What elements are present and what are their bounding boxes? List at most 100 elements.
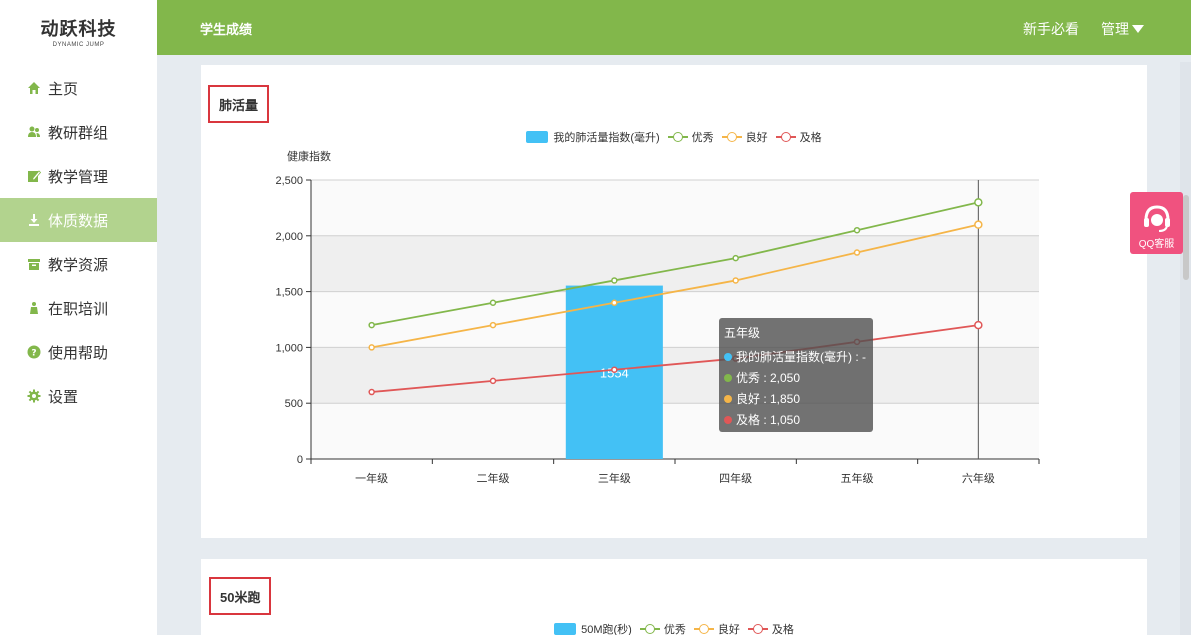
- sidebar-nav: 主页 教研群组 教学管理 体质数据 教学资源 在职培训 ? 使用帮助 设置: [0, 66, 157, 418]
- sidebar-item-resources[interactable]: 教学资源: [0, 242, 157, 286]
- sidebar-item-label: 使用帮助: [48, 344, 109, 362]
- legend-swatch-line: [639, 623, 660, 635]
- series-point-优秀: [489, 299, 497, 307]
- caret-down-icon: [1132, 25, 1144, 33]
- tooltip-dot: [724, 394, 732, 403]
- sidebar-item-label: 教学资源: [48, 256, 109, 274]
- legend-label: 50M跑(秒): [581, 624, 632, 635]
- sidebar-item-home[interactable]: 主页: [0, 66, 157, 110]
- fifty-meter-run-panel: 50米跑 50M跑(秒) 优秀 良好 及格: [201, 559, 1147, 635]
- download-icon: [27, 213, 41, 227]
- series-point-良好: [368, 344, 375, 351]
- qq-service-button[interactable]: QQ客服: [1130, 192, 1183, 254]
- y-tick-label: 1,000: [275, 342, 303, 354]
- sidebar-item-label: 体质数据: [48, 212, 109, 230]
- x-tick-label: 六年级: [962, 471, 995, 485]
- sidebar-item-training[interactable]: 在职培训: [0, 286, 157, 330]
- headset-icon: [1143, 205, 1170, 232]
- legend-label: 良好: [717, 624, 740, 635]
- qq-service-label: QQ客服: [1138, 239, 1175, 250]
- y-tick-label: 2,500: [275, 175, 303, 187]
- series-point-良好: [732, 277, 739, 284]
- lung-capacity-panel: 肺活量 我的肺活量指数(毫升) 优秀 良好 及格 健康指数 0 500 1,000 1…: [201, 65, 1147, 538]
- group-icon: [27, 125, 41, 139]
- tooltip-dot: [724, 352, 732, 361]
- tooltip-row-label: 良好 : 1,850: [736, 392, 801, 406]
- grid-band: [311, 235, 1039, 292]
- series-point-优秀: [611, 277, 618, 284]
- edit-icon: [27, 169, 41, 183]
- admin-menu-label: 管理: [1101, 21, 1129, 37]
- series-point-及格: [368, 388, 375, 396]
- home-icon: [27, 81, 41, 95]
- series-point-及格: [611, 366, 618, 373]
- top-header: 学生成绩 新手必看 管理: [157, 0, 1191, 55]
- tooltip-title: 五年级: [724, 326, 761, 340]
- x-tick-label: 五年级: [841, 471, 874, 485]
- tooltip-row-label: 及格 : 1,050: [736, 413, 801, 427]
- grid-band: [311, 347, 1039, 404]
- box-icon: [27, 257, 41, 271]
- series-point-优秀: [732, 254, 739, 262]
- sidebar-item-label: 主页: [48, 80, 79, 98]
- series-point-优秀: [853, 226, 861, 234]
- logo-subtitle: DYNAMIC JUMP: [52, 41, 105, 48]
- person-icon: [27, 301, 41, 315]
- legend-item-good[interactable]: 良好: [693, 621, 740, 635]
- help-icon: ?: [27, 345, 41, 359]
- lung-capacity-chart: 05001,0001,5002,0002,500一年级 二年级 三年级 四年级 五年级六…: [275, 175, 1040, 485]
- legend-swatch-bar: [554, 623, 577, 635]
- legend-swatch-line: [693, 623, 714, 635]
- series-point-良好: [489, 321, 497, 329]
- tooltip-dot: [724, 373, 732, 382]
- sidebar-item-label: 教学管理: [48, 168, 109, 186]
- chart-tooltip: 五年级 我的肺活量指数(毫升) : - 优秀 : 2,050 良好 : 1,85…: [719, 318, 873, 432]
- tooltip-row: 优秀 : 2,050: [724, 367, 868, 388]
- sidebar-item-label: 在职培训: [48, 300, 109, 318]
- admin-menu[interactable]: 管理: [1101, 19, 1144, 39]
- y-tick-label: 1,500: [275, 287, 303, 299]
- chart-legend-2: 50M跑(秒) 优秀 良好 及格: [201, 621, 1147, 635]
- page-scrollbar-track[interactable]: [1180, 62, 1191, 635]
- logo[interactable]: 动跃科技 DYNAMIC JUMP: [0, 0, 157, 62]
- grid-band: [311, 403, 1039, 459]
- x-tick-label: 四年级: [719, 471, 752, 485]
- newbie-guide-link[interactable]: 新手必看: [1023, 19, 1079, 39]
- series-point-优秀: [368, 321, 375, 329]
- svg-text:?: ?: [31, 349, 36, 359]
- tooltip-row: 良好 : 1,850: [724, 388, 868, 409]
- sidebar-item-teaching[interactable]: 教学管理: [0, 154, 157, 198]
- y-tick-label: 2,000: [275, 231, 303, 243]
- y-tick-label: 500: [285, 398, 303, 410]
- series-point-良好: [974, 220, 983, 229]
- tooltip-row: 我的肺活量指数(毫升) : -: [724, 346, 868, 367]
- sidebar-item-label: 设置: [48, 388, 79, 406]
- sidebar-item-group[interactable]: 教研群组: [0, 110, 157, 154]
- series-point-良好: [611, 299, 618, 307]
- legend-label: 及格: [771, 624, 794, 635]
- sidebar: 动跃科技 DYNAMIC JUMP 主页 教研群组 教学管理 体质数据 教学资源…: [0, 0, 157, 635]
- legend-label: 优秀: [663, 624, 686, 635]
- legend-item-pass[interactable]: 及格: [747, 621, 794, 635]
- series-point-及格: [489, 377, 497, 385]
- legend-item-excellent[interactable]: 优秀: [639, 621, 686, 635]
- series-point-及格: [974, 320, 983, 330]
- logo-name: 动跃科技: [40, 18, 117, 40]
- series-point-优秀: [974, 198, 983, 207]
- sidebar-item-label: 教研群组: [48, 124, 109, 142]
- legend-item-50m[interactable]: 50M跑(秒): [554, 621, 632, 635]
- page-scrollbar-thumb[interactable]: [1183, 195, 1189, 280]
- y-tick-label: 0: [297, 454, 303, 466]
- panel-title-50m-run: 50米跑: [209, 577, 272, 615]
- x-tick-label: 三年级: [598, 471, 631, 485]
- sidebar-item-settings[interactable]: 设置: [0, 374, 157, 418]
- tooltip-row-label: 我的肺活量指数(毫升) : -: [736, 350, 866, 364]
- x-tick-label: 二年级: [477, 471, 510, 485]
- gear-icon: [27, 389, 41, 403]
- sidebar-item-help[interactable]: ? 使用帮助: [0, 330, 157, 374]
- tooltip-dot: [724, 415, 732, 424]
- tooltip-row-label: 优秀 : 2,050: [736, 371, 801, 385]
- legend-swatch-line: [747, 623, 768, 635]
- page-title: 学生成绩: [200, 22, 253, 37]
- sidebar-item-physical-data[interactable]: 体质数据: [0, 198, 157, 242]
